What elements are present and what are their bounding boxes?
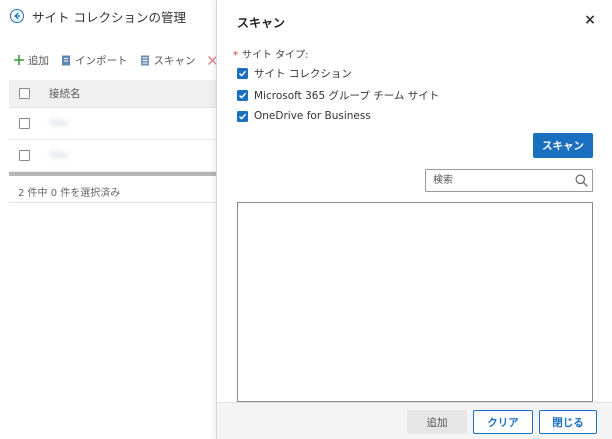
option-label: Microsoft 365 グループ チーム サイト xyxy=(254,90,440,102)
import-icon xyxy=(61,55,71,66)
select-all-cell xyxy=(9,88,39,99)
divider xyxy=(9,202,216,203)
back-arrow-icon[interactable] xyxy=(10,9,24,23)
grid-header: 接続名 xyxy=(9,80,216,108)
clear-button[interactable]: クリア xyxy=(473,410,533,434)
toolbar-scan-label: スキャン xyxy=(153,54,196,67)
horizontal-scrollbar[interactable] xyxy=(9,172,216,176)
connections-grid: 接続名 Site Site xyxy=(9,80,216,176)
delete-x-icon xyxy=(207,55,216,65)
toolbar-add-button[interactable]: 追加 xyxy=(14,53,49,68)
option-label: OneDrive for Business xyxy=(254,110,371,122)
site-type-label-text: サイト タイプ: xyxy=(242,50,309,61)
background-page: サイト コレクションの管理 追加 インポート スキャン 削除 xyxy=(0,0,216,439)
scan-icon xyxy=(140,55,150,66)
row-name: Site xyxy=(49,118,69,129)
add-button[interactable]: 追加 xyxy=(407,410,467,434)
toolbar-import-button[interactable]: インポート xyxy=(61,53,128,68)
scan-button[interactable]: スキャン xyxy=(533,133,593,158)
option-m365-group-team-site[interactable]: Microsoft 365 グループ チーム サイト xyxy=(237,88,439,103)
search-icon[interactable] xyxy=(570,174,592,187)
required-asterisk: * xyxy=(233,50,238,61)
dialog-footer: 追加 クリア 閉じる xyxy=(217,402,612,439)
close-button[interactable]: 閉じる xyxy=(539,410,597,434)
search-box xyxy=(425,169,593,192)
toolbar-delete-button[interactable]: 削除 xyxy=(207,53,216,68)
plus-icon xyxy=(14,55,24,65)
column-header-name[interactable]: 接続名 xyxy=(49,86,81,101)
table-row[interactable]: Site xyxy=(9,108,216,140)
row-name: Site xyxy=(49,150,69,161)
toolbar-scan-button[interactable]: スキャン xyxy=(140,53,196,68)
checkbox-checked-icon[interactable] xyxy=(237,110,248,122)
page-title: サイト コレクションの管理 xyxy=(32,9,186,25)
option-site-collection[interactable]: サイト コレクション xyxy=(237,66,352,81)
search-input[interactable] xyxy=(426,170,570,191)
toolbar-add-label: 追加 xyxy=(28,54,49,67)
scan-dialog: スキャン × * サイト タイプ: サイト コレクション Microsoft 36… xyxy=(216,0,612,439)
row-checkbox-cell xyxy=(9,118,39,129)
close-icon[interactable]: × xyxy=(582,12,598,28)
table-row[interactable]: Site xyxy=(9,140,216,172)
option-label: サイト コレクション xyxy=(254,68,352,80)
option-onedrive[interactable]: OneDrive for Business xyxy=(237,110,371,122)
checkbox-checked-icon[interactable] xyxy=(237,90,248,101)
row-checkbox-cell xyxy=(9,150,39,161)
toolbar: 追加 インポート スキャン 削除 xyxy=(0,50,216,70)
checkbox-checked-icon[interactable] xyxy=(237,68,248,79)
select-all-checkbox[interactable] xyxy=(18,88,30,99)
page-header: サイト コレクションの管理 xyxy=(0,0,216,32)
toolbar-import-label: インポート xyxy=(75,54,128,67)
row-checkbox[interactable] xyxy=(18,118,30,129)
row-checkbox[interactable] xyxy=(18,150,30,161)
selection-count: 2 件中 0 件を選択済み xyxy=(18,188,121,199)
dialog-title: スキャン xyxy=(237,16,286,30)
scan-results-list[interactable] xyxy=(237,202,593,402)
site-type-label: * サイト タイプ: xyxy=(233,46,309,61)
